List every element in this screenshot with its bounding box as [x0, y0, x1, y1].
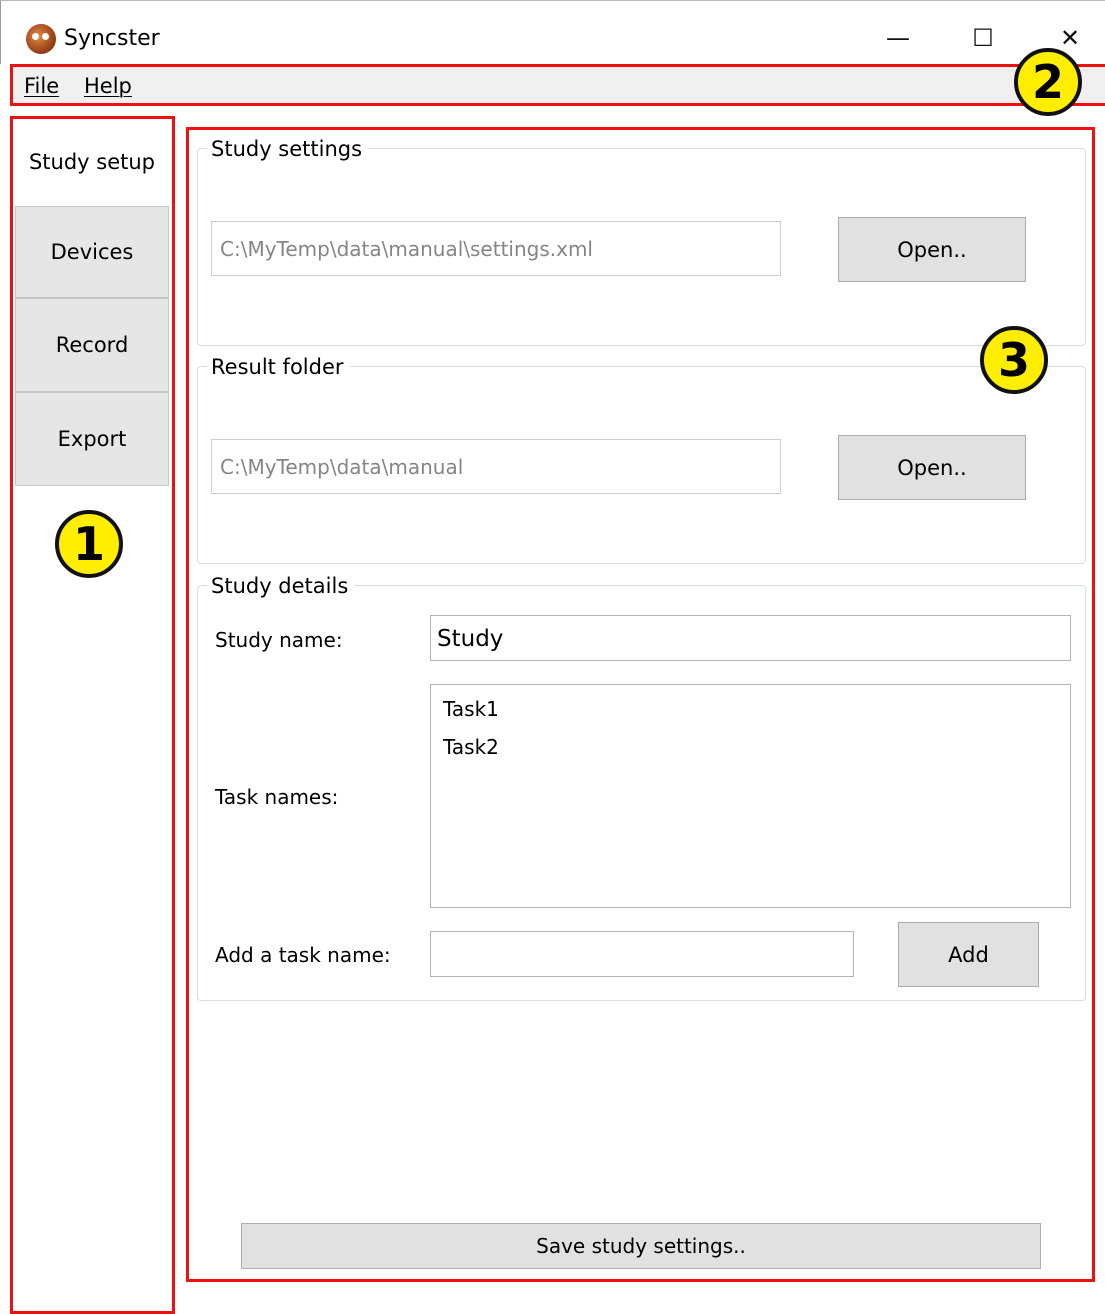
annotation-menu-box	[10, 64, 1105, 106]
maximize-icon[interactable]: ☐	[963, 20, 1003, 56]
minimize-icon[interactable]: —	[878, 20, 918, 56]
annotation-sidebar-box	[10, 116, 175, 1314]
window-title: Syncster	[64, 26, 160, 51]
annotation-content-box	[186, 127, 1095, 1282]
callout-marker-2: 2	[1014, 48, 1082, 116]
callout-marker-3: 3	[980, 326, 1048, 394]
callout-marker-1: 1	[55, 510, 123, 578]
title-bar	[0, 0, 1105, 64]
app-icon	[26, 24, 56, 54]
